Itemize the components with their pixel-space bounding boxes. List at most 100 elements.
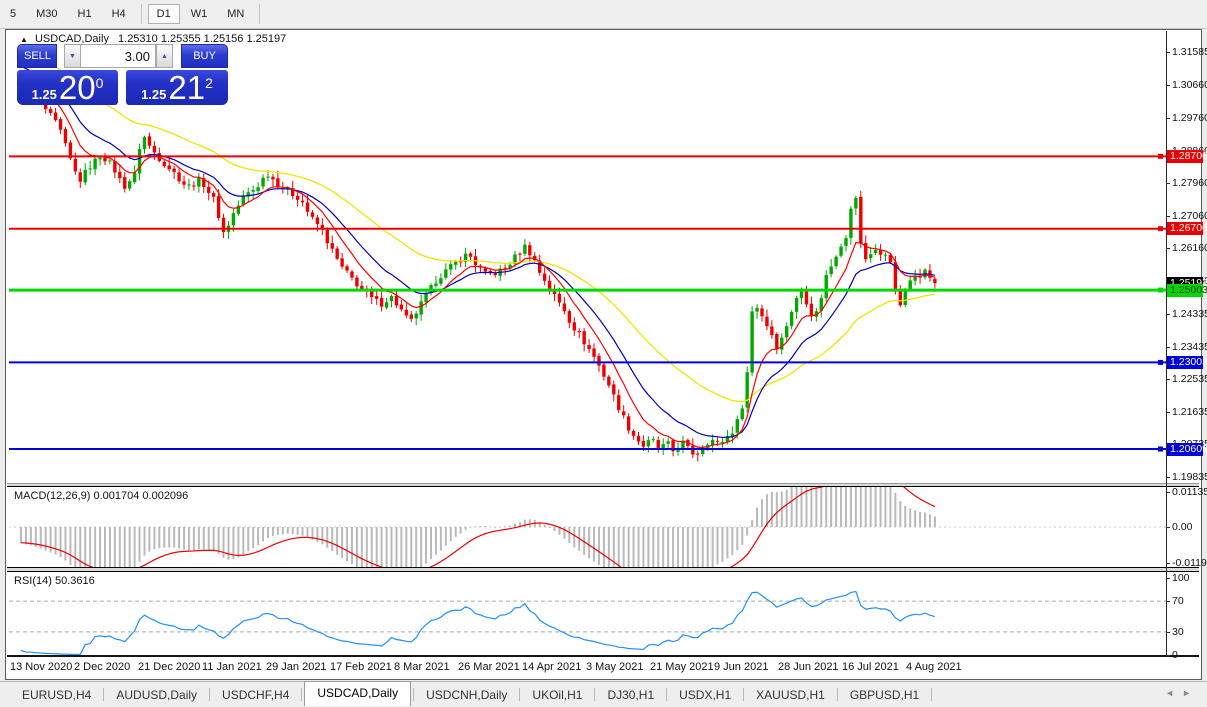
chart-tab-ukoil[interactable]: UKOil,H1 (522, 684, 592, 706)
time-axis-label: 16 Jul 2021 (842, 661, 899, 673)
rsi-tick-mark (1166, 578, 1170, 579)
timeframe-toolbar: 5 M30 H1 H4 D1 W1 MN (0, 0, 1207, 29)
price-axis-border (1166, 31, 1167, 655)
chart-tab-usdx[interactable]: USDX,H1 (669, 684, 741, 706)
macd-indicator-label: MACD(12,26,9) 0.001704 0.002096 (14, 490, 189, 502)
price-tick-label: 1.30660 (1172, 79, 1207, 92)
buy-price-sup: 2 (205, 75, 213, 91)
price-badge: 1.23003 (1167, 355, 1207, 369)
tab-separator (301, 688, 303, 701)
buy-price-big: 21 (168, 69, 206, 106)
price-tick-label: 1.27960 (1172, 177, 1207, 190)
buy-price-display[interactable]: 1.25 21 2 (126, 70, 228, 105)
toolbar-separator (140, 4, 142, 24)
price-tick-label: 1.19835 (1172, 470, 1207, 483)
price-tick-label: 1.22535 (1172, 373, 1207, 386)
price-tick-label: 1.27060 (1172, 209, 1207, 222)
chart-tab-dj30[interactable]: DJ30,H1 (597, 684, 664, 706)
tab-separator (103, 688, 105, 701)
volume-input[interactable] (80, 44, 156, 68)
sell-price-sup: 0 (95, 75, 104, 91)
chart-tab-usdcnh[interactable]: USDCNH,Daily (416, 684, 517, 706)
timeframe-button-h4[interactable]: H4 (103, 4, 135, 24)
timeframe-button-5[interactable]: 5 (1, 4, 25, 24)
price-tick-label: 1.23435 (1172, 340, 1207, 353)
tab-separator (931, 688, 933, 701)
chart-tab-gbpusd[interactable]: GBPUSD,H1 (840, 684, 929, 706)
price-chart-canvas[interactable] (9, 31, 1167, 657)
time-axis-label: 26 Mar 2021 (458, 661, 520, 673)
price-tick-mark (1166, 379, 1170, 381)
price-tick-label: 1.21635 (1172, 405, 1207, 418)
timeframe-button-h1[interactable]: H1 (69, 4, 101, 24)
buy-button[interactable]: BUY (181, 44, 228, 68)
price-tick-label: 1.31585 (1172, 46, 1207, 58)
macd-tick-label: -0.01190 (1172, 557, 1207, 569)
time-axis-label: 17 Feb 2021 (330, 661, 392, 673)
price-tick-label: 1.26160 (1172, 242, 1207, 255)
sell-price-base: 1.25 (31, 87, 57, 102)
timeframe-button-m30[interactable]: M30 (27, 4, 66, 24)
toolbar-separator (259, 4, 261, 24)
chart-tab-audusd[interactable]: AUDUSD,Daily (106, 684, 207, 706)
time-axis-label: 21 May 2021 (650, 661, 714, 673)
time-axis-border (7, 655, 1199, 657)
price-badge: 1.26700 (1167, 222, 1207, 236)
rsi-tick-label: 0 (1172, 649, 1178, 661)
time-axis-label: 29 Jan 2021 (266, 661, 327, 673)
time-axis-label: 9 Jun 2021 (714, 661, 769, 673)
price-tick-mark (1166, 248, 1170, 250)
price-tick-label: 1.29760 (1172, 112, 1207, 124)
buy-price-base: 1.25 (141, 87, 167, 102)
pane-splitter-macd[interactable] (7, 483, 1199, 487)
tab-scroll-arrows[interactable]: ◄► (1165, 688, 1199, 698)
price-tick-mark (1166, 411, 1170, 413)
rsi-tick-mark (1166, 632, 1170, 633)
tab-separator (519, 688, 521, 701)
tab-separator (209, 688, 211, 701)
collapse-triangle-icon[interactable]: ▲ (20, 35, 28, 44)
time-axis-label: 3 May 2021 (586, 661, 644, 673)
price-badge: 1.28700 (1167, 149, 1207, 163)
price-tick-mark (1166, 52, 1170, 53)
chart-tab-eurusd[interactable]: EURUSD,H4 (12, 684, 101, 706)
pane-splitter-rsi[interactable] (7, 567, 1199, 572)
rsi-tick-mark (1166, 655, 1170, 656)
chart-tab-xauusd[interactable]: XAUUSD,H1 (746, 684, 835, 706)
time-axis-label: 14 Apr 2021 (522, 661, 582, 673)
sell-price-big: 20 (58, 69, 96, 106)
price-badge: 1.25003 (1167, 283, 1207, 297)
price-tick-mark (1166, 183, 1170, 185)
macd-tick-mark (1166, 492, 1170, 493)
price-tick-mark (1166, 346, 1170, 348)
timeframe-button-w1[interactable]: W1 (182, 4, 217, 24)
sell-price-display[interactable]: 1.25 20 0 (17, 70, 118, 105)
tab-separator (743, 688, 745, 701)
timeframe-button-mn[interactable]: MN (218, 4, 253, 24)
price-tick-label: 1.24335 (1172, 308, 1207, 321)
tab-separator (594, 688, 596, 701)
time-axis-label: 4 Aug 2021 (906, 661, 962, 673)
price-tick-mark (1166, 118, 1170, 119)
rsi-indicator-label: RSI(14) 50.3616 (14, 575, 95, 587)
chart-tab-bar: EURUSD,H4 AUDUSD,Daily USDCHF,H4 USDCAD,Dai… (0, 681, 1207, 707)
time-axis-label: 11 Jan 2021 (202, 661, 262, 673)
volume-decrease-button[interactable]: ▼ (64, 44, 81, 68)
tab-separator (413, 688, 415, 701)
price-tick-mark (1166, 215, 1170, 217)
macd-tick-mark (1166, 527, 1170, 528)
price-tick-mark (1166, 476, 1170, 478)
chart-tab-usdchf[interactable]: USDCHF,H4 (212, 684, 299, 706)
macd-tick-label: 0.01135 (1172, 486, 1207, 498)
sell-button[interactable]: SELL (17, 44, 57, 68)
rsi-tick-label: 30 (1172, 626, 1184, 638)
tab-separator (666, 688, 668, 701)
tab-separator (836, 688, 838, 701)
price-badge: 1.20609 (1167, 442, 1207, 456)
chart-tab-usdcad[interactable]: USDCAD,Daily (304, 681, 412, 706)
timeframe-button-d1[interactable]: D1 (147, 4, 180, 24)
volume-increase-button[interactable]: ▲ (156, 44, 173, 68)
price-tick-mark (1166, 85, 1170, 87)
time-axis-label: 21 Dec 2020 (138, 661, 201, 673)
price-tick-mark (1166, 314, 1170, 316)
